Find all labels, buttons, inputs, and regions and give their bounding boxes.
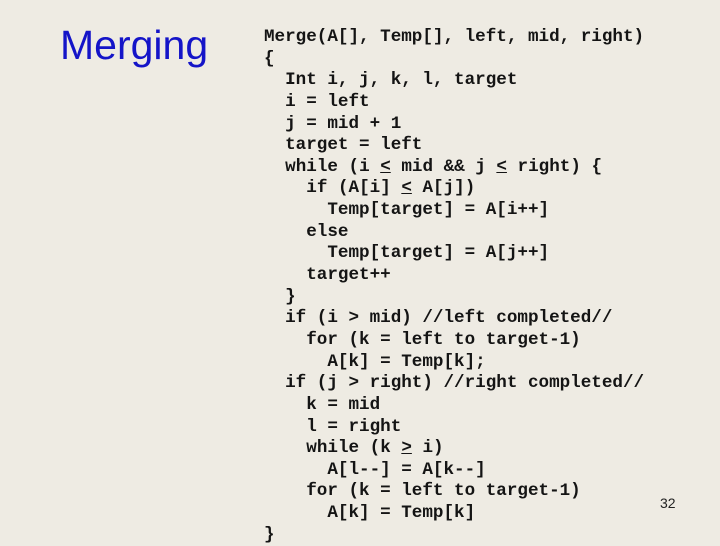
code-line: A[k] = Temp[k] xyxy=(264,503,476,524)
code-line: while (k > i) xyxy=(306,438,444,459)
code-line: for (k = left to target-1) xyxy=(264,481,581,502)
code-line: if (A[i] < A[j]) xyxy=(306,178,476,199)
underlined-operator: < xyxy=(401,178,412,199)
code-line: } xyxy=(264,286,296,307)
code-line: while (i < mid && j < right) { xyxy=(285,156,602,177)
code-line: Temp[target] = A[i++] xyxy=(264,200,550,221)
code-line: { xyxy=(264,48,275,69)
code-line: Int i, j, k, l, target xyxy=(264,70,518,91)
underlined-operator: > xyxy=(401,438,412,459)
code-line: A[l--] = A[k--] xyxy=(264,459,486,480)
code-line: l = right xyxy=(264,416,402,437)
code-line: for (k = left to target-1) xyxy=(264,329,581,350)
code-line: } xyxy=(264,524,275,545)
slide-title: Merging xyxy=(60,22,209,68)
code-line: Merge(A[], Temp[], left, mid, right) xyxy=(264,27,645,47)
page-number: 32 xyxy=(660,495,676,511)
code-line: Temp[target] = A[j++] xyxy=(264,243,550,264)
underlined-operator: < xyxy=(496,156,507,177)
code-line: else xyxy=(264,221,349,242)
code-line: k = mid xyxy=(264,394,381,415)
code-line: if (j > right) //right completed// xyxy=(264,373,645,394)
code-line: if (i > mid) //left completed// xyxy=(264,308,613,329)
code-block: Merge(A[], Temp[], left, mid, right) { I… xyxy=(264,27,644,546)
code-line: j = mid + 1 xyxy=(264,113,402,134)
code-line: target = left xyxy=(264,135,423,156)
code-line: i = left xyxy=(264,91,370,112)
code-line: target++ xyxy=(264,265,391,286)
underlined-operator: < xyxy=(380,156,391,177)
code-line: A[k] = Temp[k]; xyxy=(264,351,486,372)
